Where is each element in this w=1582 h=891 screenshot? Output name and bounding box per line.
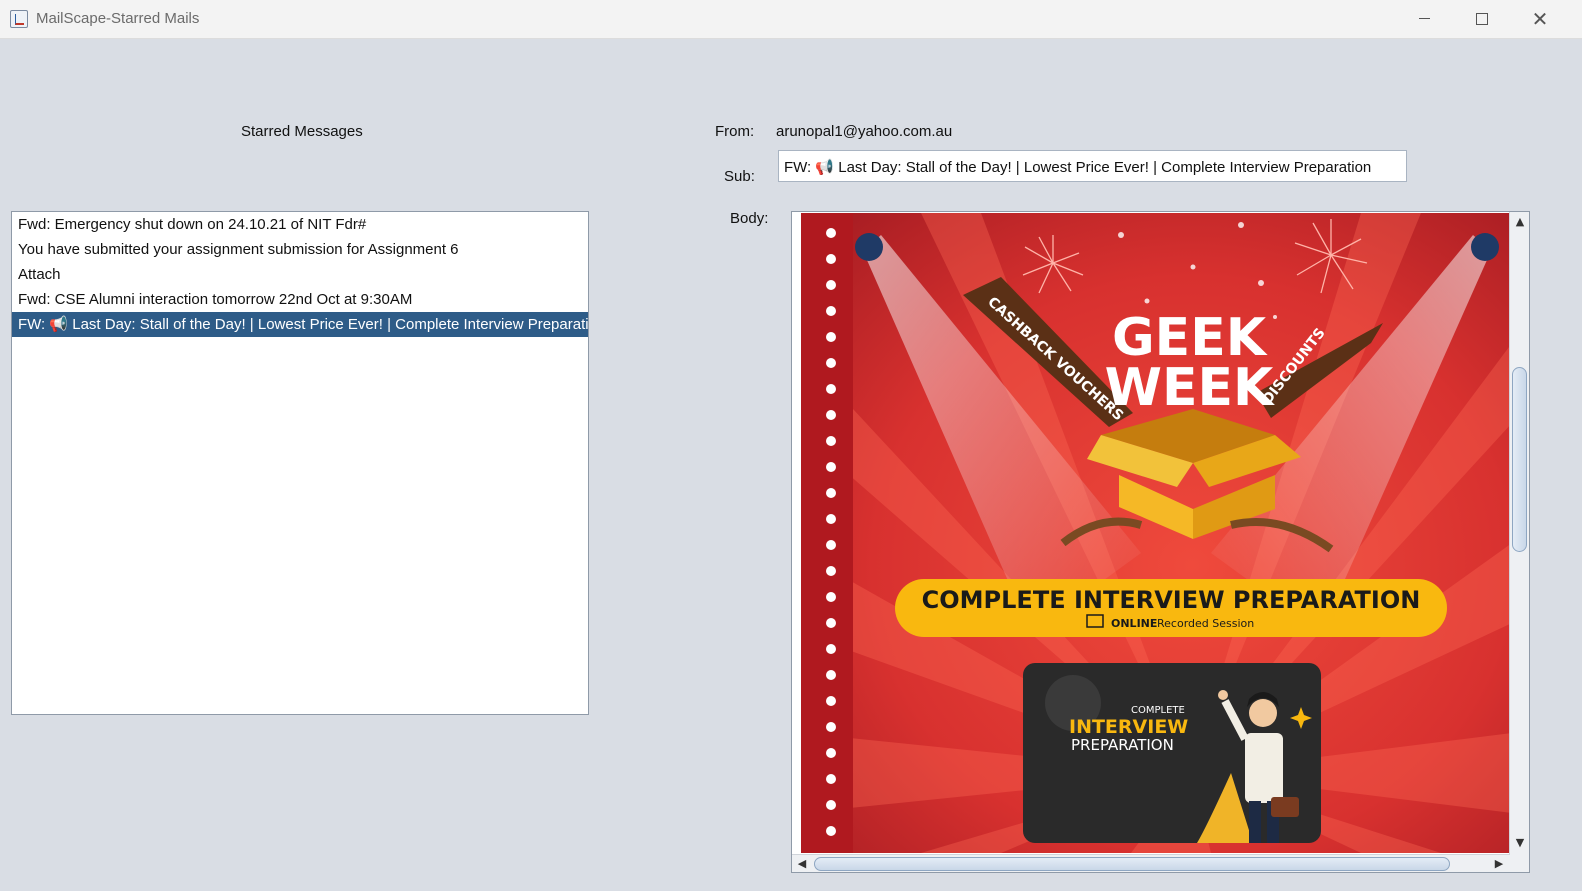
scroll-up-icon[interactable]: ▲ <box>1510 215 1529 228</box>
window-title: MailScape-Starred Mails <box>36 10 200 27</box>
list-item-selected[interactable]: FW: 📢 Last Day: Stall of the Day! | Lowe… <box>12 312 588 337</box>
card-complete: COMPLETE <box>1131 705 1185 716</box>
week-text: WEEK <box>1105 358 1275 418</box>
scroll-corner <box>1509 855 1529 872</box>
body-label: Body: <box>730 210 769 227</box>
close-icon: ✕ <box>1531 7 1549 31</box>
horizontal-scrollbar[interactable]: ◀ ▶ <box>792 854 1509 872</box>
minimize-icon <box>1418 18 1430 20</box>
scroll-left-icon[interactable]: ◀ <box>792 857 812 870</box>
list-item[interactable]: Attach <box>12 262 588 287</box>
close-button[interactable]: ✕ <box>1511 0 1569 38</box>
subject-label: Sub: <box>724 168 755 185</box>
maximize-button[interactable] <box>1453 0 1511 38</box>
from-value: arunopal1@yahoo.com.au <box>776 123 953 140</box>
scroll-down-icon[interactable]: ▼ <box>1510 836 1529 849</box>
from-label: From: <box>715 123 755 140</box>
list-item[interactable]: Fwd: CSE Alumni interaction tomorrow 22n… <box>12 287 588 312</box>
banner-title: COMPLETE INTERVIEW PREPARATION <box>922 586 1421 614</box>
scroll-right-icon[interactable]: ▶ <box>1489 857 1509 870</box>
message-body-pane[interactable]: CASHBACK VOUCHERS DISCOUNTS GEEK WEEK CO… <box>791 211 1530 873</box>
subject-field[interactable]: FW: 📢 Last Day: Stall of the Day! | Lowe… <box>778 150 1407 182</box>
vertical-scrollbar[interactable]: ▲ ▼ <box>1509 212 1529 855</box>
minimize-button[interactable] <box>1395 0 1453 38</box>
maximize-icon <box>1476 12 1488 25</box>
vertical-scroll-thumb[interactable] <box>1512 367 1527 552</box>
banner-sub-bold: ONLINE <box>1111 617 1157 630</box>
title-bar: MailScape-Starred Mails ✕ <box>0 0 1582 39</box>
list-item[interactable]: You have submitted your assignment submi… <box>12 237 588 262</box>
list-item[interactable]: Fwd: Emergency shut down on 24.10.21 of … <box>12 212 588 237</box>
java-app-icon <box>10 10 28 28</box>
email-body-image: CASHBACK VOUCHERS DISCOUNTS GEEK WEEK CO… <box>801 213 1512 853</box>
starred-messages-list[interactable]: Fwd: Emergency shut down on 24.10.21 of … <box>11 211 589 715</box>
starred-messages-heading: Starred Messages <box>241 123 363 140</box>
card-interview: INTERVIEW <box>1069 716 1188 738</box>
horizontal-scroll-thumb[interactable] <box>814 857 1450 871</box>
banner-sub: Recorded Session <box>1157 617 1254 630</box>
card-preparation: PREPARATION <box>1071 736 1174 754</box>
